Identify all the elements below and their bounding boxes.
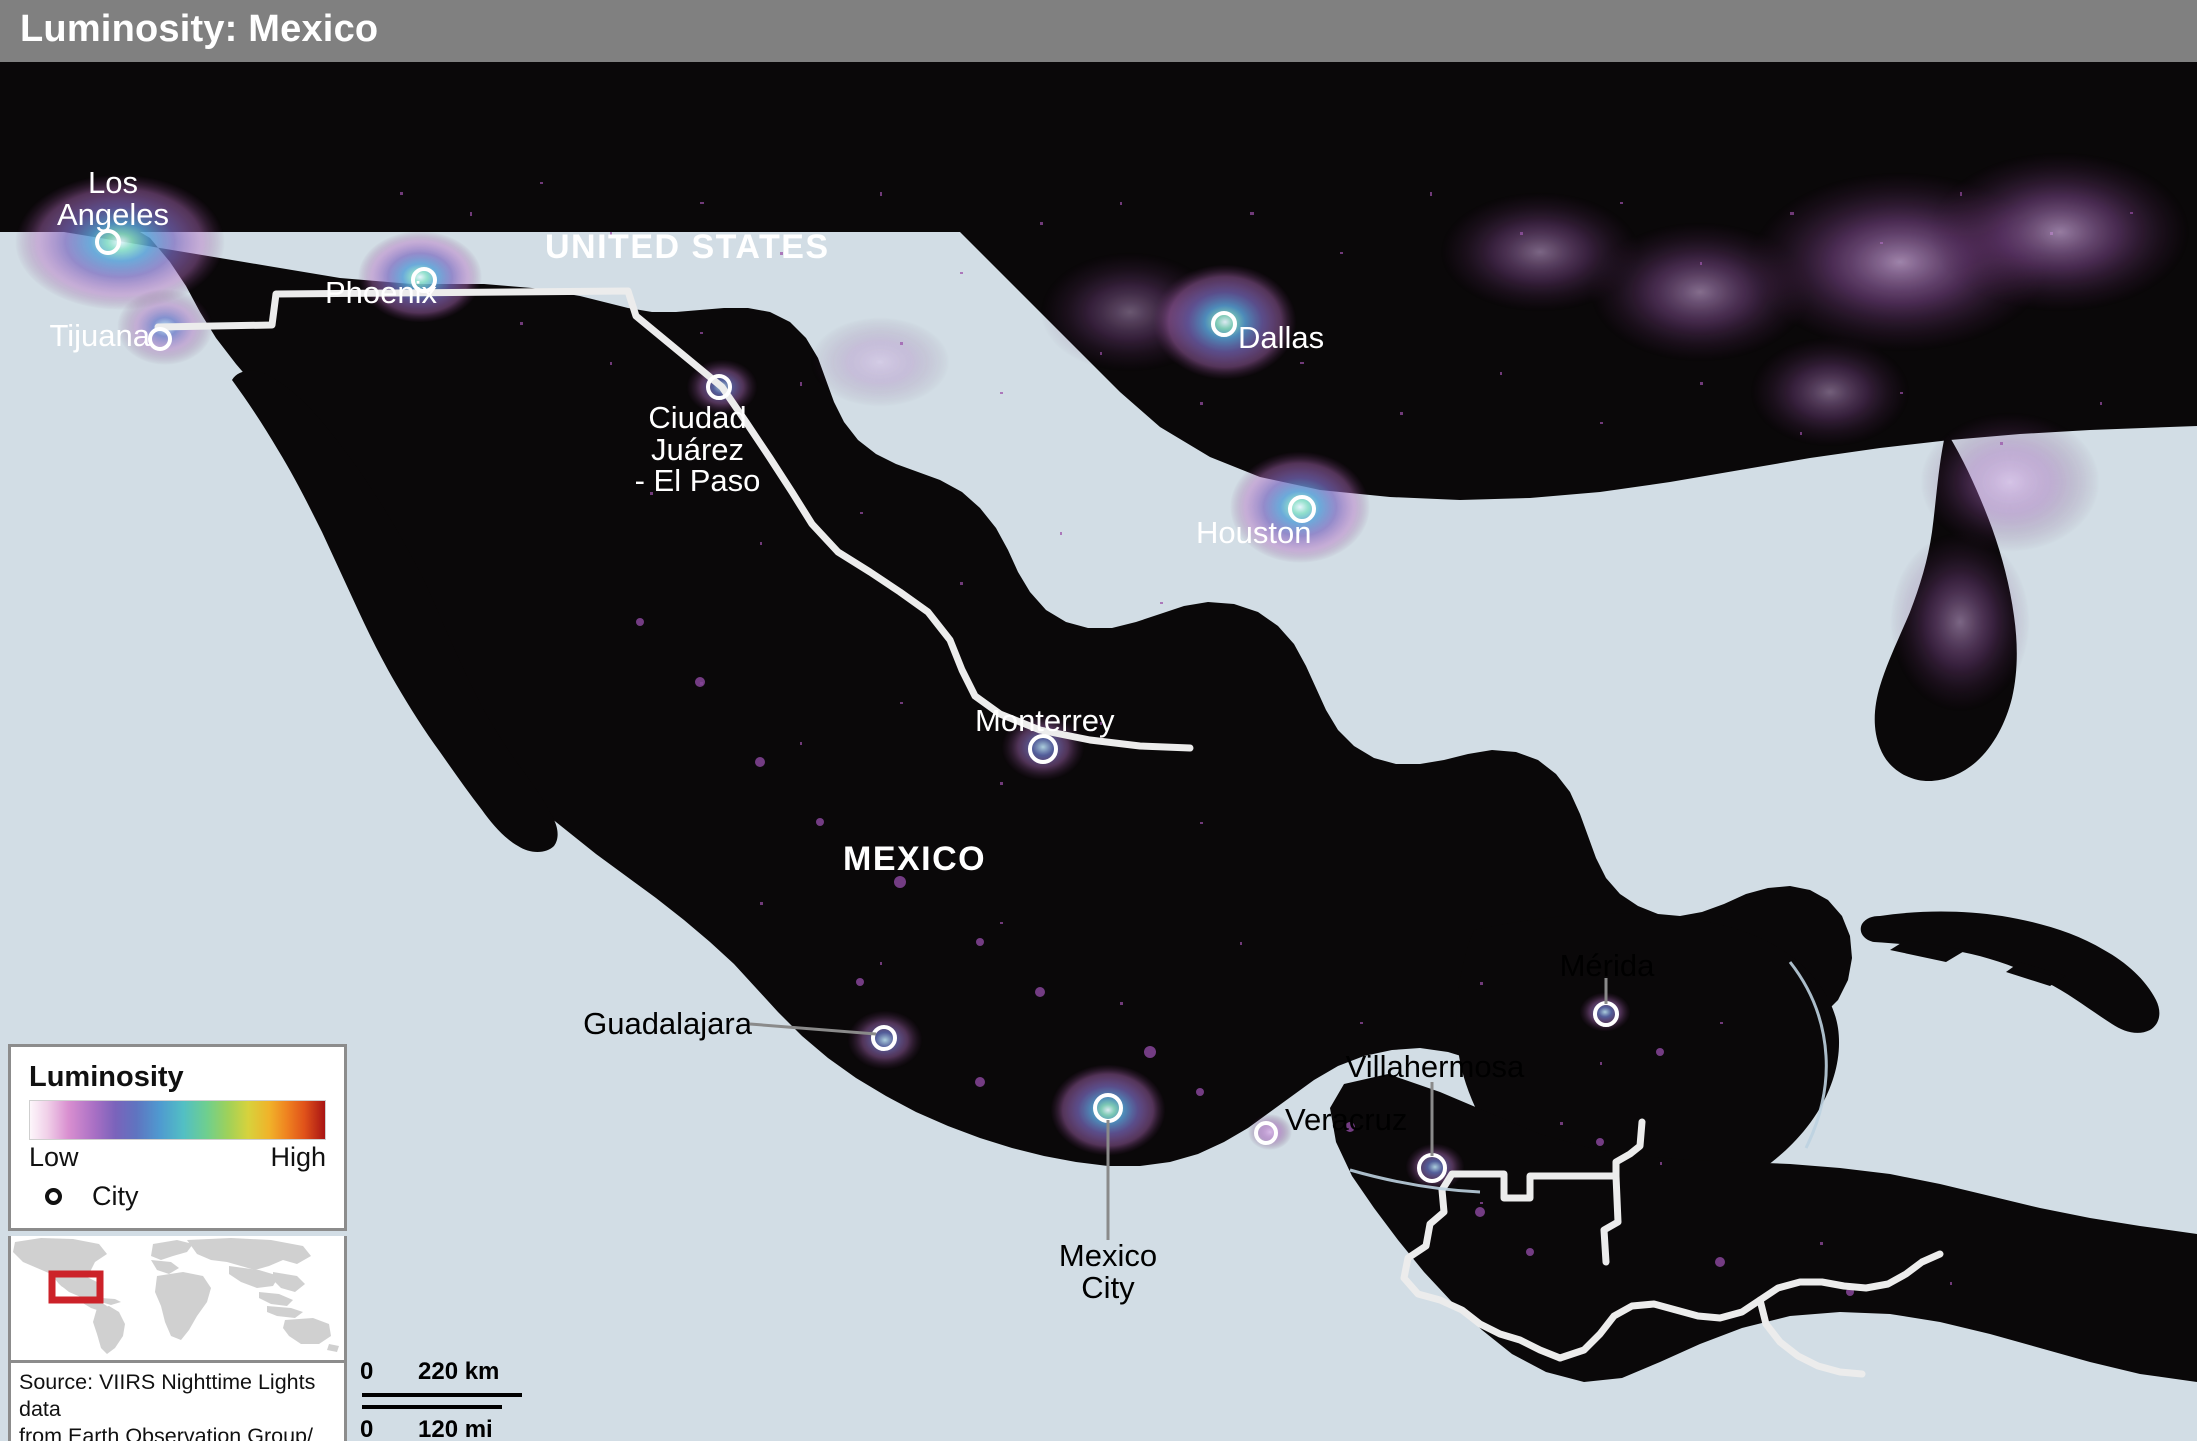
city-marker-merida[interactable] — [1593, 1001, 1619, 1027]
city-marker-houston[interactable] — [1288, 495, 1316, 523]
city-marker-dallas[interactable] — [1211, 311, 1237, 337]
scale-km-zero: 0 — [360, 1358, 374, 1385]
ramp-high-label: High — [270, 1142, 326, 1172]
world-locator-inset — [8, 1236, 347, 1363]
source-line-2: from Earth Observation Group/ — [19, 1424, 313, 1441]
scale-line-km — [362, 1393, 522, 1397]
city-marker-tijuana[interactable] — [148, 327, 172, 351]
ramp-low-label: Low — [29, 1142, 79, 1172]
world-inset-svg — [11, 1236, 344, 1357]
scale-mi-value: 120 mi — [418, 1416, 493, 1441]
leader-guadalajara — [749, 1022, 877, 1036]
legend-city-key: City — [45, 1181, 344, 1212]
city-marker-los-angeles[interactable] — [95, 229, 121, 255]
scale-bar: 0 220 km 0 120 mi — [360, 1358, 660, 1441]
city-markers-layer[interactable] — [0, 62, 2197, 1441]
scale-km-row: 0 220 km — [360, 1358, 660, 1391]
ramp-labels: Low High — [29, 1142, 326, 1173]
map-page: Luminosity: Mexico UNITED STATES MEXICO … — [0, 0, 2197, 1441]
scale-mi-row: 0 120 mi — [360, 1416, 660, 1441]
city-marker-ciudad-juarez[interactable] — [706, 374, 732, 400]
leader-lines — [749, 978, 1608, 1240]
page-title: Luminosity: Mexico — [20, 8, 379, 50]
city-marker-mexico-city[interactable] — [1093, 1093, 1123, 1123]
source-line-1: Source: VIIRS Nighttime Lights data — [19, 1370, 316, 1422]
scale-km-value: 220 km — [418, 1358, 500, 1385]
luminosity-color-ramp — [29, 1100, 326, 1140]
map-canvas[interactable]: UNITED STATES MEXICO Los Angeles Tijuana … — [0, 62, 2197, 1441]
legend-panel: Luminosity Low High City — [8, 1044, 347, 1231]
source-note: Source: VIIRS Nighttime Lights data from… — [8, 1363, 347, 1441]
city-marker-icon — [45, 1188, 62, 1205]
scale-mi-zero: 0 — [360, 1416, 374, 1441]
city-marker-guadalajara[interactable] — [871, 1025, 897, 1051]
title-bar: Luminosity: Mexico — [0, 0, 2197, 62]
city-marker-phoenix[interactable] — [411, 267, 437, 293]
legend-title: Luminosity — [29, 1061, 184, 1093]
city-marker-villahermosa[interactable] — [1417, 1153, 1447, 1183]
legend-city-label: City — [92, 1181, 139, 1211]
city-marker-veracruz[interactable] — [1254, 1121, 1278, 1145]
city-marker-monterrey[interactable] — [1028, 734, 1058, 764]
scale-line-mi — [362, 1405, 502, 1409]
